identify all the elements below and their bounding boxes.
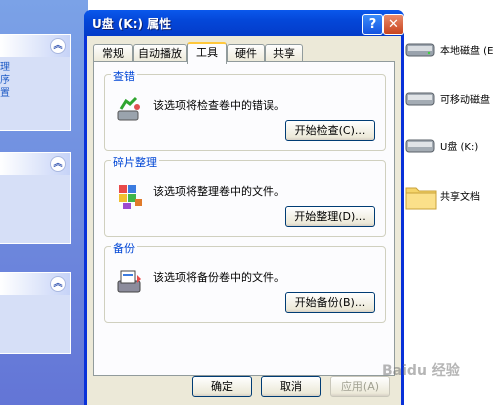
tab-sharing[interactable]: 共享 [265, 44, 303, 62]
group-title: 碎片整理 [111, 154, 159, 170]
apply-button[interactable]: 应用(A) [330, 376, 390, 397]
hard-disk-icon [405, 43, 435, 57]
properties-dialog: U盘 (K:) 属性 ? ✕ 常规 自动播放 工具 硬件 共享 查错 该选项将检… [84, 10, 404, 405]
group-title: 备份 [111, 240, 137, 256]
task-link[interactable]: 序 [0, 74, 70, 87]
close-button[interactable]: ✕ [383, 14, 404, 35]
tab-tools[interactable]: 工具 [187, 42, 227, 64]
check-disk-icon [117, 96, 140, 121]
task-link[interactable]: 置 [0, 87, 70, 100]
collapse-icon[interactable]: ︽ [50, 38, 66, 54]
task-link[interactable]: 理 [0, 61, 70, 74]
close-icon: ✕ [388, 17, 399, 32]
group-title: 查错 [111, 68, 137, 84]
dialog-title: U盘 (K:) 属性 [92, 17, 172, 31]
drive-label: 本地磁盘 (E [440, 46, 494, 57]
start-backup-button[interactable]: 开始备份(B)... [285, 292, 375, 313]
task-panel-header[interactable]: ︽ [0, 273, 70, 295]
drive-item[interactable]: U盘 (K:) [404, 130, 500, 164]
ok-button[interactable]: 确定 [192, 376, 252, 397]
error-checking-group: 查错 该选项将检查卷中的错误。 开始检查(C)... [104, 68, 386, 151]
group-description: 该选项将备份卷中的文件。 [153, 271, 285, 284]
help-icon: ? [368, 17, 377, 32]
task-panel-header[interactable]: ︽ [0, 35, 70, 57]
backup-group: 备份 该选项将备份卷中的文件。 开始备份(B)... [104, 240, 386, 323]
task-panel: ︽ 理 序 置 [0, 34, 71, 131]
watermark: Baidu 经验 [382, 363, 460, 379]
usb-drive-icon [405, 139, 435, 153]
drive-label: U盘 (K:) [440, 142, 479, 153]
collapse-icon[interactable]: ︽ [50, 156, 66, 172]
tab-hardware[interactable]: 硬件 [227, 44, 265, 62]
help-button[interactable]: ? [362, 14, 383, 35]
drive-label: 可移动磁盘 [440, 95, 490, 106]
defrag-icon [119, 185, 142, 209]
cancel-button[interactable]: 取消 [261, 376, 321, 397]
backup-icon [117, 270, 141, 293]
drive-list: 本地磁盘 (E 可移动磁盘 U盘 (K:) 共享文档 [402, 0, 500, 405]
removable-disk-icon [405, 92, 435, 106]
drive-item[interactable]: 本地磁盘 (E [404, 34, 500, 68]
drive-item[interactable]: 共享文档 [404, 180, 500, 214]
drive-item[interactable]: 可移动磁盘 [404, 83, 500, 117]
drive-label: 共享文档 [440, 192, 480, 203]
collapse-icon[interactable]: ︽ [50, 276, 66, 292]
tab-autoplay[interactable]: 自动播放 [133, 44, 187, 62]
folder-icon [405, 187, 437, 210]
task-panel: ︽ [0, 272, 71, 354]
title-bar[interactable]: U盘 (K:) 属性 ? ✕ [84, 10, 404, 36]
start-defrag-button[interactable]: 开始整理(D)... [285, 206, 375, 227]
task-panel: ︽ [0, 152, 71, 244]
task-panel-header[interactable]: ︽ [0, 153, 70, 175]
defragment-group: 碎片整理 该选项将整理卷中的文件。 开始整理(D)... [104, 154, 386, 237]
dialog-body: 常规 自动播放 工具 硬件 共享 查错 该选项将检查卷中的错误。 开始检查(C)… [87, 36, 401, 405]
tab-general[interactable]: 常规 [93, 44, 133, 62]
group-description: 该选项将整理卷中的文件。 [153, 185, 285, 198]
explorer-task-pane: ︽ 理 序 置 ︽ ︽ [0, 0, 88, 405]
start-check-button[interactable]: 开始检查(C)... [285, 120, 375, 141]
tools-tab-page: 查错 该选项将检查卷中的错误。 开始检查(C)... 碎片整理 该选项将整理卷中… [93, 61, 395, 376]
group-description: 该选项将检查卷中的错误。 [153, 99, 285, 112]
